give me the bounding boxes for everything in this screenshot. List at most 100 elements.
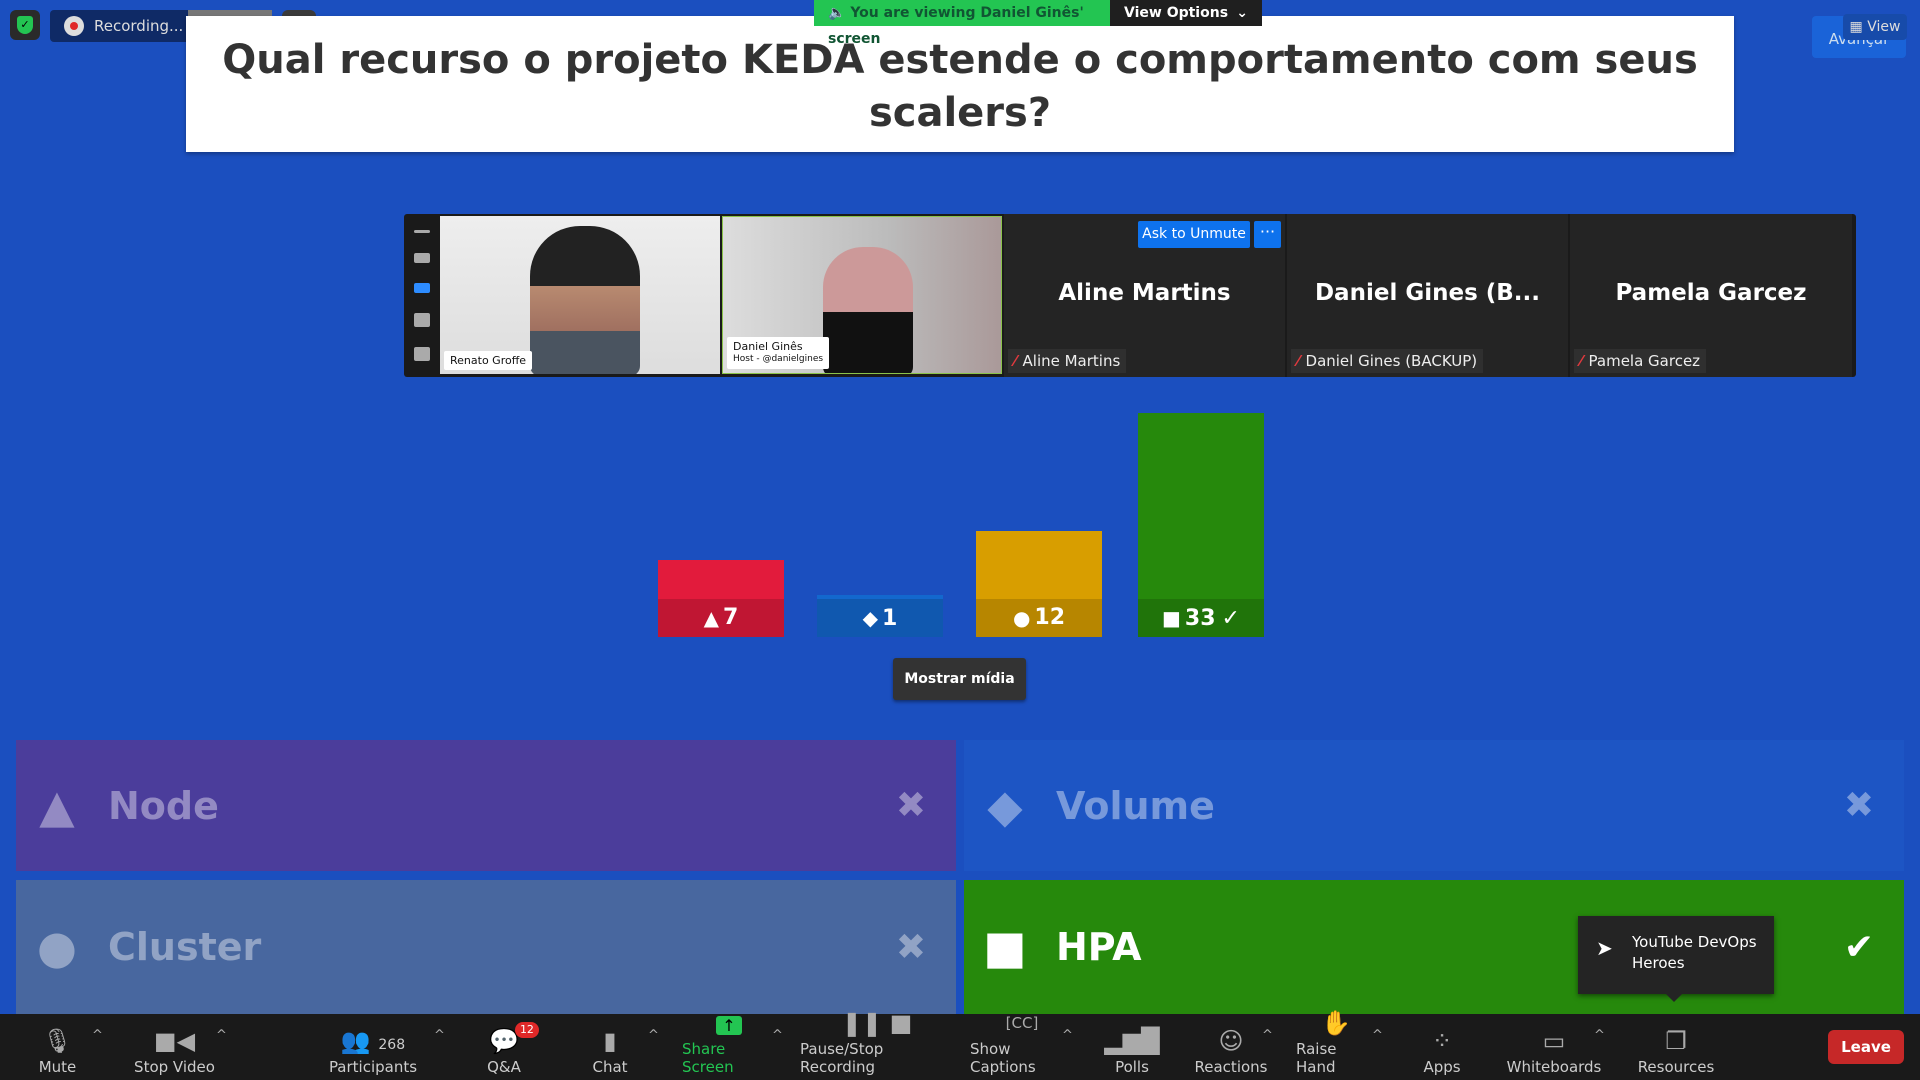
resources-label: Resources (1637, 1058, 1715, 1076)
qa-button[interactable]: 💬 12 Q&A (484, 1014, 539, 1080)
muted-mic-icon: ⁄ (1014, 352, 1017, 370)
show-captions-label: Show Captions (970, 1040, 1036, 1076)
chevron-up-icon[interactable]: ^ (648, 1028, 659, 1043)
answer-node: ▲ Node ✖ (16, 740, 956, 871)
polls-button[interactable]: ▂▆█ Polls (1104, 1014, 1159, 1080)
participants-label: Participants (328, 1058, 418, 1076)
resources-button[interactable]: ❐ Resources (1636, 1014, 1716, 1080)
reactions-label: Reactions (1194, 1058, 1268, 1076)
share-screen-label: Share Screen (682, 1040, 734, 1076)
meeting-toolbar: 🎙 Mute ^ ■◀ Stop Video ^ 👥 268 Participants… (0, 1009, 1920, 1080)
tooltip-line: YouTube DevOps (1632, 933, 1757, 951)
result-bar-triangle: ▲ 7 (658, 559, 784, 637)
circle-icon: ● (1012, 605, 1031, 630)
apps-button[interactable]: ⁘ Apps (1422, 1014, 1462, 1080)
cross-icon: ✖ (895, 785, 926, 826)
result-count: ■ 33 ✓ (1138, 599, 1264, 637)
chevron-up-icon[interactable]: ^ (92, 1028, 103, 1043)
muted-mic-icon: ⁄ (1297, 352, 1300, 370)
view-button[interactable]: ▦ View (1843, 14, 1907, 40)
speaker-icon: 🔈 (828, 5, 846, 21)
participant-name: Aline Martins (1022, 352, 1121, 370)
chevron-down-icon: ⌄ (1236, 5, 1248, 21)
answer-cluster: ● Cluster ✖ (16, 880, 956, 1014)
result-count: ▲ 7 (658, 598, 784, 637)
circle-icon: ● (36, 920, 78, 974)
chevron-up-icon[interactable]: ^ (216, 1028, 227, 1043)
cross-icon: ✖ (895, 926, 926, 968)
result-count: ◆ 1 (817, 599, 943, 637)
microphone-icon: 🎙 (42, 1027, 73, 1055)
minimize-icon[interactable] (414, 230, 430, 233)
more-options-button[interactable]: ··· (1254, 221, 1281, 248)
mute-button[interactable]: 🎙 Mute (30, 1014, 85, 1080)
diamond-icon: ◆ (987, 778, 1023, 833)
result-bar-square: ■ 33 ✓ (1138, 413, 1264, 637)
square-icon: ■ (983, 920, 1027, 974)
square-icon: ■ (1162, 606, 1181, 630)
chevron-up-icon[interactable]: ^ (1062, 1028, 1073, 1043)
apps-icon: ⁘ (1431, 1027, 1453, 1055)
reactions-button[interactable]: ☺ Reactions (1194, 1014, 1268, 1080)
strip-view-icon[interactable] (414, 283, 430, 293)
qa-icon: 💬 12 (489, 1022, 539, 1058)
hand-icon: ✋ (1321, 1009, 1351, 1037)
check-icon: ✓ (1221, 605, 1240, 631)
resources-icon: ❐ (1665, 1027, 1687, 1055)
pause-stop-icon: ❚❚ ■ (841, 1009, 913, 1037)
apps-label: Apps (1423, 1058, 1461, 1076)
answer-text: Node (108, 783, 219, 828)
qa-label: Q&A (487, 1058, 521, 1076)
mute-label: Mute (38, 1058, 77, 1076)
qa-badge: 12 (514, 1022, 539, 1038)
view-options-button[interactable]: View Options ⌄ (1110, 0, 1262, 26)
participants-button[interactable]: 👥 268 Participants (328, 1014, 418, 1080)
chat-label: Chat (592, 1058, 628, 1076)
chevron-up-icon[interactable]: ^ (1372, 1028, 1383, 1043)
chevron-up-icon[interactable]: ^ (772, 1028, 783, 1043)
chevron-up-icon[interactable]: ^ (1594, 1028, 1605, 1043)
raise-hand-button[interactable]: ✋ Raise Hand (1296, 1009, 1376, 1080)
speaker-view-icon[interactable] (414, 253, 430, 263)
result-count: ● 12 (976, 598, 1102, 637)
polls-label: Polls (1115, 1058, 1149, 1076)
answer-text: HPA (1056, 925, 1142, 969)
security-shield-icon[interactable]: ✓ (10, 10, 40, 40)
cursor-icon: ➤ (1596, 936, 1613, 960)
participant-display-name: Daniel Gines (B... (1314, 280, 1541, 306)
result-bar-diamond: ◆ 1 (817, 595, 943, 637)
result-count-value: 7 (723, 605, 739, 631)
video-daniel-gines[interactable]: Daniel Ginês Host - @danielgines (722, 216, 1002, 374)
view-options-label: View Options (1124, 5, 1229, 21)
stop-video-button[interactable]: ■◀ Stop Video (132, 1014, 217, 1080)
result-bar-circle: ● 12 (976, 531, 1102, 637)
tooltip-line: Heroes (1632, 954, 1685, 972)
view-label: View (1867, 19, 1901, 35)
ask-to-unmute-button[interactable]: Ask to Unmute (1138, 221, 1250, 248)
answer-text: Cluster (108, 925, 262, 969)
chat-icon: ▮ (603, 1027, 617, 1055)
chevron-up-icon[interactable]: ^ (1262, 1028, 1273, 1043)
chevron-up-icon[interactable]: ^ (434, 1028, 445, 1043)
participant-video-strip: Renato Groffe Daniel Ginês Host - @daniel… (404, 214, 1856, 377)
hide-self-icon[interactable] (414, 347, 430, 361)
result-count-value: 1 (882, 605, 898, 631)
tooltip: ➤ YouTube DevOps Heroes (1578, 916, 1774, 1002)
participant-tile[interactable]: Pamela Garcez ⁄ Pamela Garcez (1570, 214, 1852, 377)
stop-video-label: Stop Video (134, 1058, 215, 1076)
show-captions-button[interactable]: [CC] Show Captions (970, 1014, 1074, 1080)
cross-icon: ✖ (1843, 785, 1874, 826)
person-avatar (530, 226, 640, 374)
gallery-view-icon[interactable] (414, 313, 430, 327)
video-camera-icon: ■◀ (153, 1027, 196, 1055)
show-media-button[interactable]: Mostrar mídia (893, 658, 1026, 700)
whiteboards-button[interactable]: ▭ Whiteboards (1506, 1014, 1602, 1080)
polls-icon: ▂▆█ (1104, 1027, 1160, 1055)
chat-button[interactable]: ▮ Chat (590, 1014, 630, 1080)
answer-text: Volume (1056, 783, 1215, 828)
participant-tile[interactable]: Daniel Gines (B... ⁄ Daniel Gines (BACKUP… (1287, 214, 1569, 377)
video-renato-groffe[interactable]: Renato Groffe (440, 216, 720, 374)
pause-stop-recording-button[interactable]: ❚❚ ■ Pause/Stop Recording (800, 1009, 954, 1080)
leave-button[interactable]: Leave (1828, 1030, 1904, 1064)
share-screen-button[interactable]: ↑ Share Screen (682, 1014, 776, 1080)
